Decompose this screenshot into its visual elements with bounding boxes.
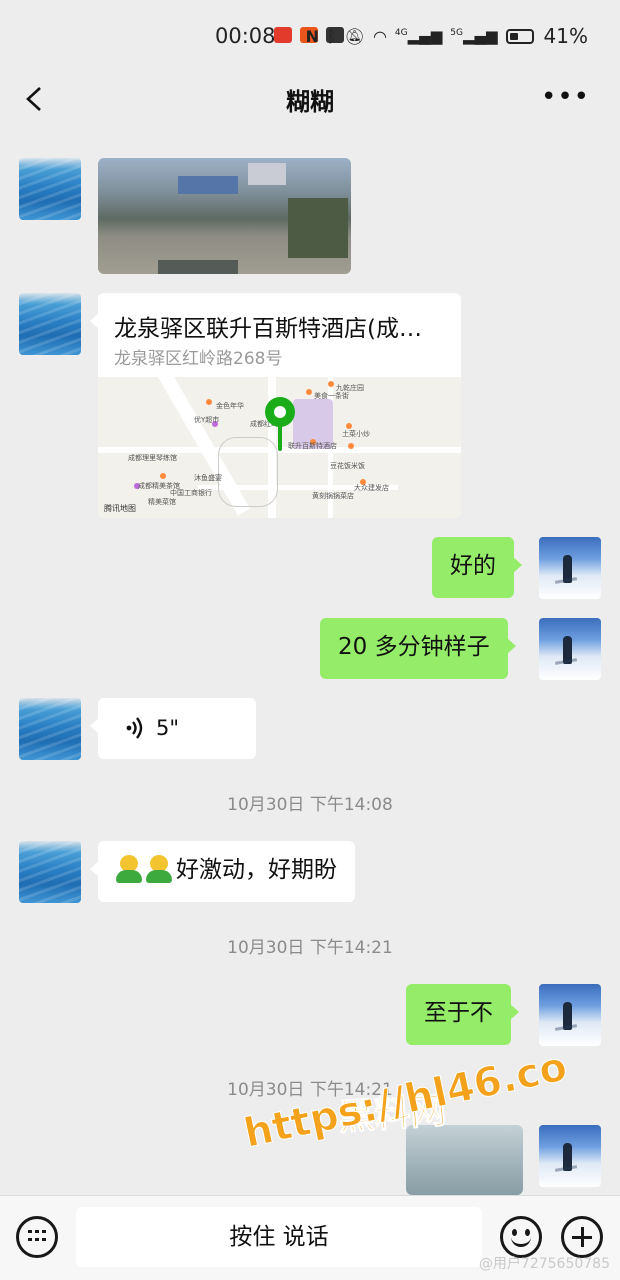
source-watermark: @用户7275650785	[478, 1256, 610, 1272]
sent-text-bubble[interactable]: 好的	[432, 537, 522, 598]
self-avatar[interactable]	[539, 618, 601, 680]
status-bar: 00:08 N ᛒ 🔕︎ ◠ 4G▂▄▆ 5G▂▄▆ 41%	[0, 0, 620, 70]
nfc-icon: N	[305, 26, 320, 46]
message-text: 好激动，好期盼	[176, 857, 337, 883]
image-message[interactable]	[98, 158, 351, 274]
emoji-icon[interactable]	[500, 1216, 542, 1258]
status-time: 00:08	[215, 24, 276, 48]
more-options-icon[interactable]: •••	[541, 84, 590, 110]
battery-percent: 41%	[543, 24, 588, 48]
wifi-icon: ◠	[372, 26, 387, 46]
message-text: 至于不	[424, 1000, 493, 1026]
sent-text-bubble[interactable]: 至于不	[406, 984, 519, 1045]
location-address: 龙泉驿区红岭路268号	[114, 349, 283, 369]
mute-icon: 🔕︎	[344, 26, 365, 46]
signal-5g-icon: 5G▂▄▆	[450, 27, 498, 45]
location-title: 龙泉驿区联升百斯特酒店(成…	[114, 316, 422, 342]
chat-header: 糊糊 •••	[0, 70, 620, 130]
map-brand: 腾讯地图	[104, 504, 136, 513]
message-text: 好的	[450, 553, 496, 579]
voice-duration: 5"	[156, 716, 180, 740]
battery-icon	[505, 28, 534, 44]
self-avatar[interactable]	[539, 537, 601, 599]
timestamp: 10月30日 下午14:08	[227, 795, 393, 815]
contact-avatar[interactable]	[19, 293, 81, 355]
contact-avatar[interactable]	[19, 158, 81, 220]
contact-avatar[interactable]	[19, 698, 81, 760]
self-avatar[interactable]	[539, 1125, 601, 1187]
timestamp: 10月30日 下午14:21	[227, 938, 393, 958]
contact-avatar[interactable]	[19, 841, 81, 903]
location-pin-icon	[265, 397, 295, 427]
emoji-icon	[146, 855, 172, 883]
keyboard-toggle-icon[interactable]	[16, 1216, 58, 1258]
received-text-bubble[interactable]: 好激动，好期盼	[90, 841, 355, 902]
app-notification-icon	[274, 27, 292, 43]
message-text: 20 多分钟样子	[338, 634, 490, 660]
location-map[interactable]: 九乾庄园 美食一条街 联升百斯特酒店 土菜小炒 豆花饭米饭 大众建发店 黄刻锅锅…	[98, 377, 461, 518]
emoji-icon	[116, 855, 142, 883]
plus-icon[interactable]	[561, 1216, 603, 1258]
bubble-tail	[90, 313, 99, 329]
system-indicators: N ᛒ 🔕︎ ◠ 4G▂▄▆ 5G▂▄▆ 41%	[306, 24, 588, 48]
bluetooth-icon: ᛒ	[327, 26, 337, 46]
battery-fill	[509, 32, 518, 40]
voice-wave-icon	[126, 717, 143, 739]
sent-image-message[interactable]	[406, 1125, 523, 1195]
location-message[interactable]: 龙泉驿区联升百斯特酒店(成… 龙泉驿区红岭路268号 九乾庄园 美食一条街 联升…	[98, 293, 461, 518]
location-pin-stem	[278, 425, 282, 451]
self-avatar[interactable]	[539, 984, 601, 1046]
chat-title: 糊糊	[286, 88, 334, 116]
hold-to-talk-button[interactable]: 按住 说话	[76, 1207, 482, 1267]
sent-text-bubble[interactable]: 20 多分钟样子	[320, 618, 516, 679]
signal-4g-icon: 4G▂▄▆	[394, 27, 443, 45]
